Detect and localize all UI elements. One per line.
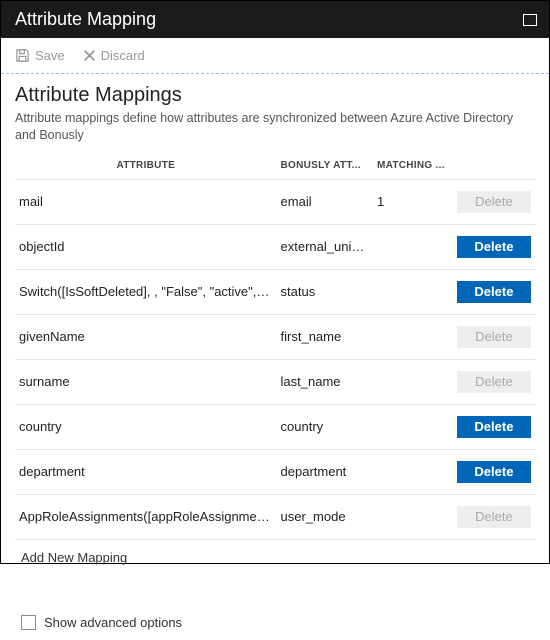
save-label: Save — [35, 48, 65, 63]
table-row[interactable]: Switch([IsSoftDeleted], , "False", "acti… — [15, 269, 535, 314]
cell-bonusly: user_mode — [277, 494, 373, 539]
section-description: Attribute mappings define how attributes… — [15, 110, 535, 144]
cell-matching — [373, 269, 453, 314]
delete-button: Delete — [457, 326, 531, 348]
delete-button[interactable]: Delete — [457, 236, 531, 258]
cell-attribute: objectId — [15, 224, 277, 269]
delete-button[interactable]: Delete — [457, 281, 531, 303]
toolbar: Save Discard — [1, 38, 549, 74]
cell-matching — [373, 449, 453, 494]
cell-action: Delete — [453, 494, 535, 539]
table-row[interactable]: surnamelast_name Delete — [15, 359, 535, 404]
advanced-label: Show advanced options — [44, 615, 182, 630]
table-row[interactable]: objectIdexternal_uniq... Delete — [15, 224, 535, 269]
cell-bonusly: department — [277, 449, 373, 494]
cell-matching — [373, 314, 453, 359]
cell-matching — [373, 359, 453, 404]
col-matching: MATCHING ... — [373, 154, 453, 180]
table-row[interactable]: countrycountry Delete — [15, 404, 535, 449]
close-icon — [83, 49, 96, 62]
advanced-checkbox[interactable] — [21, 615, 36, 630]
delete-button[interactable]: Delete — [457, 461, 531, 483]
cell-matching — [373, 404, 453, 449]
cell-attribute: surname — [15, 359, 277, 404]
cell-action: Delete — [453, 269, 535, 314]
content: Attribute Mappings Attribute mappings de… — [1, 74, 549, 640]
col-actions — [453, 154, 535, 180]
table-row[interactable]: AppRoleAssignments([appRoleAssignments])… — [15, 494, 535, 539]
discard-label: Discard — [101, 48, 145, 63]
cell-bonusly: external_uniq... — [277, 224, 373, 269]
table-row[interactable]: mailemail1Delete — [15, 179, 535, 224]
cell-action: Delete — [453, 314, 535, 359]
cell-bonusly: last_name — [277, 359, 373, 404]
save-button[interactable]: Save — [15, 48, 65, 63]
cell-action: Delete — [453, 404, 535, 449]
cell-attribute: AppRoleAssignments([appRoleAssignments]) — [15, 494, 277, 539]
cell-attribute: department — [15, 449, 277, 494]
cell-attribute: country — [15, 404, 277, 449]
col-attribute: ATTRIBUTE — [15, 154, 277, 180]
cell-action: Delete — [453, 179, 535, 224]
section-heading: Attribute Mappings — [15, 84, 535, 107]
save-icon — [15, 48, 30, 63]
delete-button: Delete — [457, 506, 531, 528]
table-row[interactable]: departmentdepartment Delete — [15, 449, 535, 494]
mappings-table: ATTRIBUTE BONUSLY ATT... MATCHING ... ma… — [15, 154, 535, 540]
table-row[interactable]: givenNamefirst_name Delete — [15, 314, 535, 359]
cell-action: Delete — [453, 359, 535, 404]
maximize-icon[interactable] — [523, 14, 537, 26]
cell-matching — [373, 494, 453, 539]
titlebar: Attribute Mapping — [1, 1, 549, 38]
add-new-mapping-link[interactable]: Add New Mapping — [15, 540, 535, 575]
cell-attribute: mail — [15, 179, 277, 224]
cell-action: Delete — [453, 224, 535, 269]
cell-bonusly: email — [277, 179, 373, 224]
page-title: Attribute Mapping — [15, 9, 156, 30]
delete-button: Delete — [457, 371, 531, 393]
col-bonusly: BONUSLY ATT... — [277, 154, 373, 180]
advanced-options-row[interactable]: Show advanced options — [15, 575, 535, 640]
cell-matching — [373, 224, 453, 269]
cell-attribute: givenName — [15, 314, 277, 359]
cell-attribute: Switch([IsSoftDeleted], , "False", "acti… — [15, 269, 277, 314]
cell-action: Delete — [453, 449, 535, 494]
cell-matching: 1 — [373, 179, 453, 224]
cell-bonusly: country — [277, 404, 373, 449]
cell-bonusly: first_name — [277, 314, 373, 359]
delete-button: Delete — [457, 191, 531, 213]
cell-bonusly: status — [277, 269, 373, 314]
delete-button[interactable]: Delete — [457, 416, 531, 438]
discard-button[interactable]: Discard — [83, 48, 145, 63]
